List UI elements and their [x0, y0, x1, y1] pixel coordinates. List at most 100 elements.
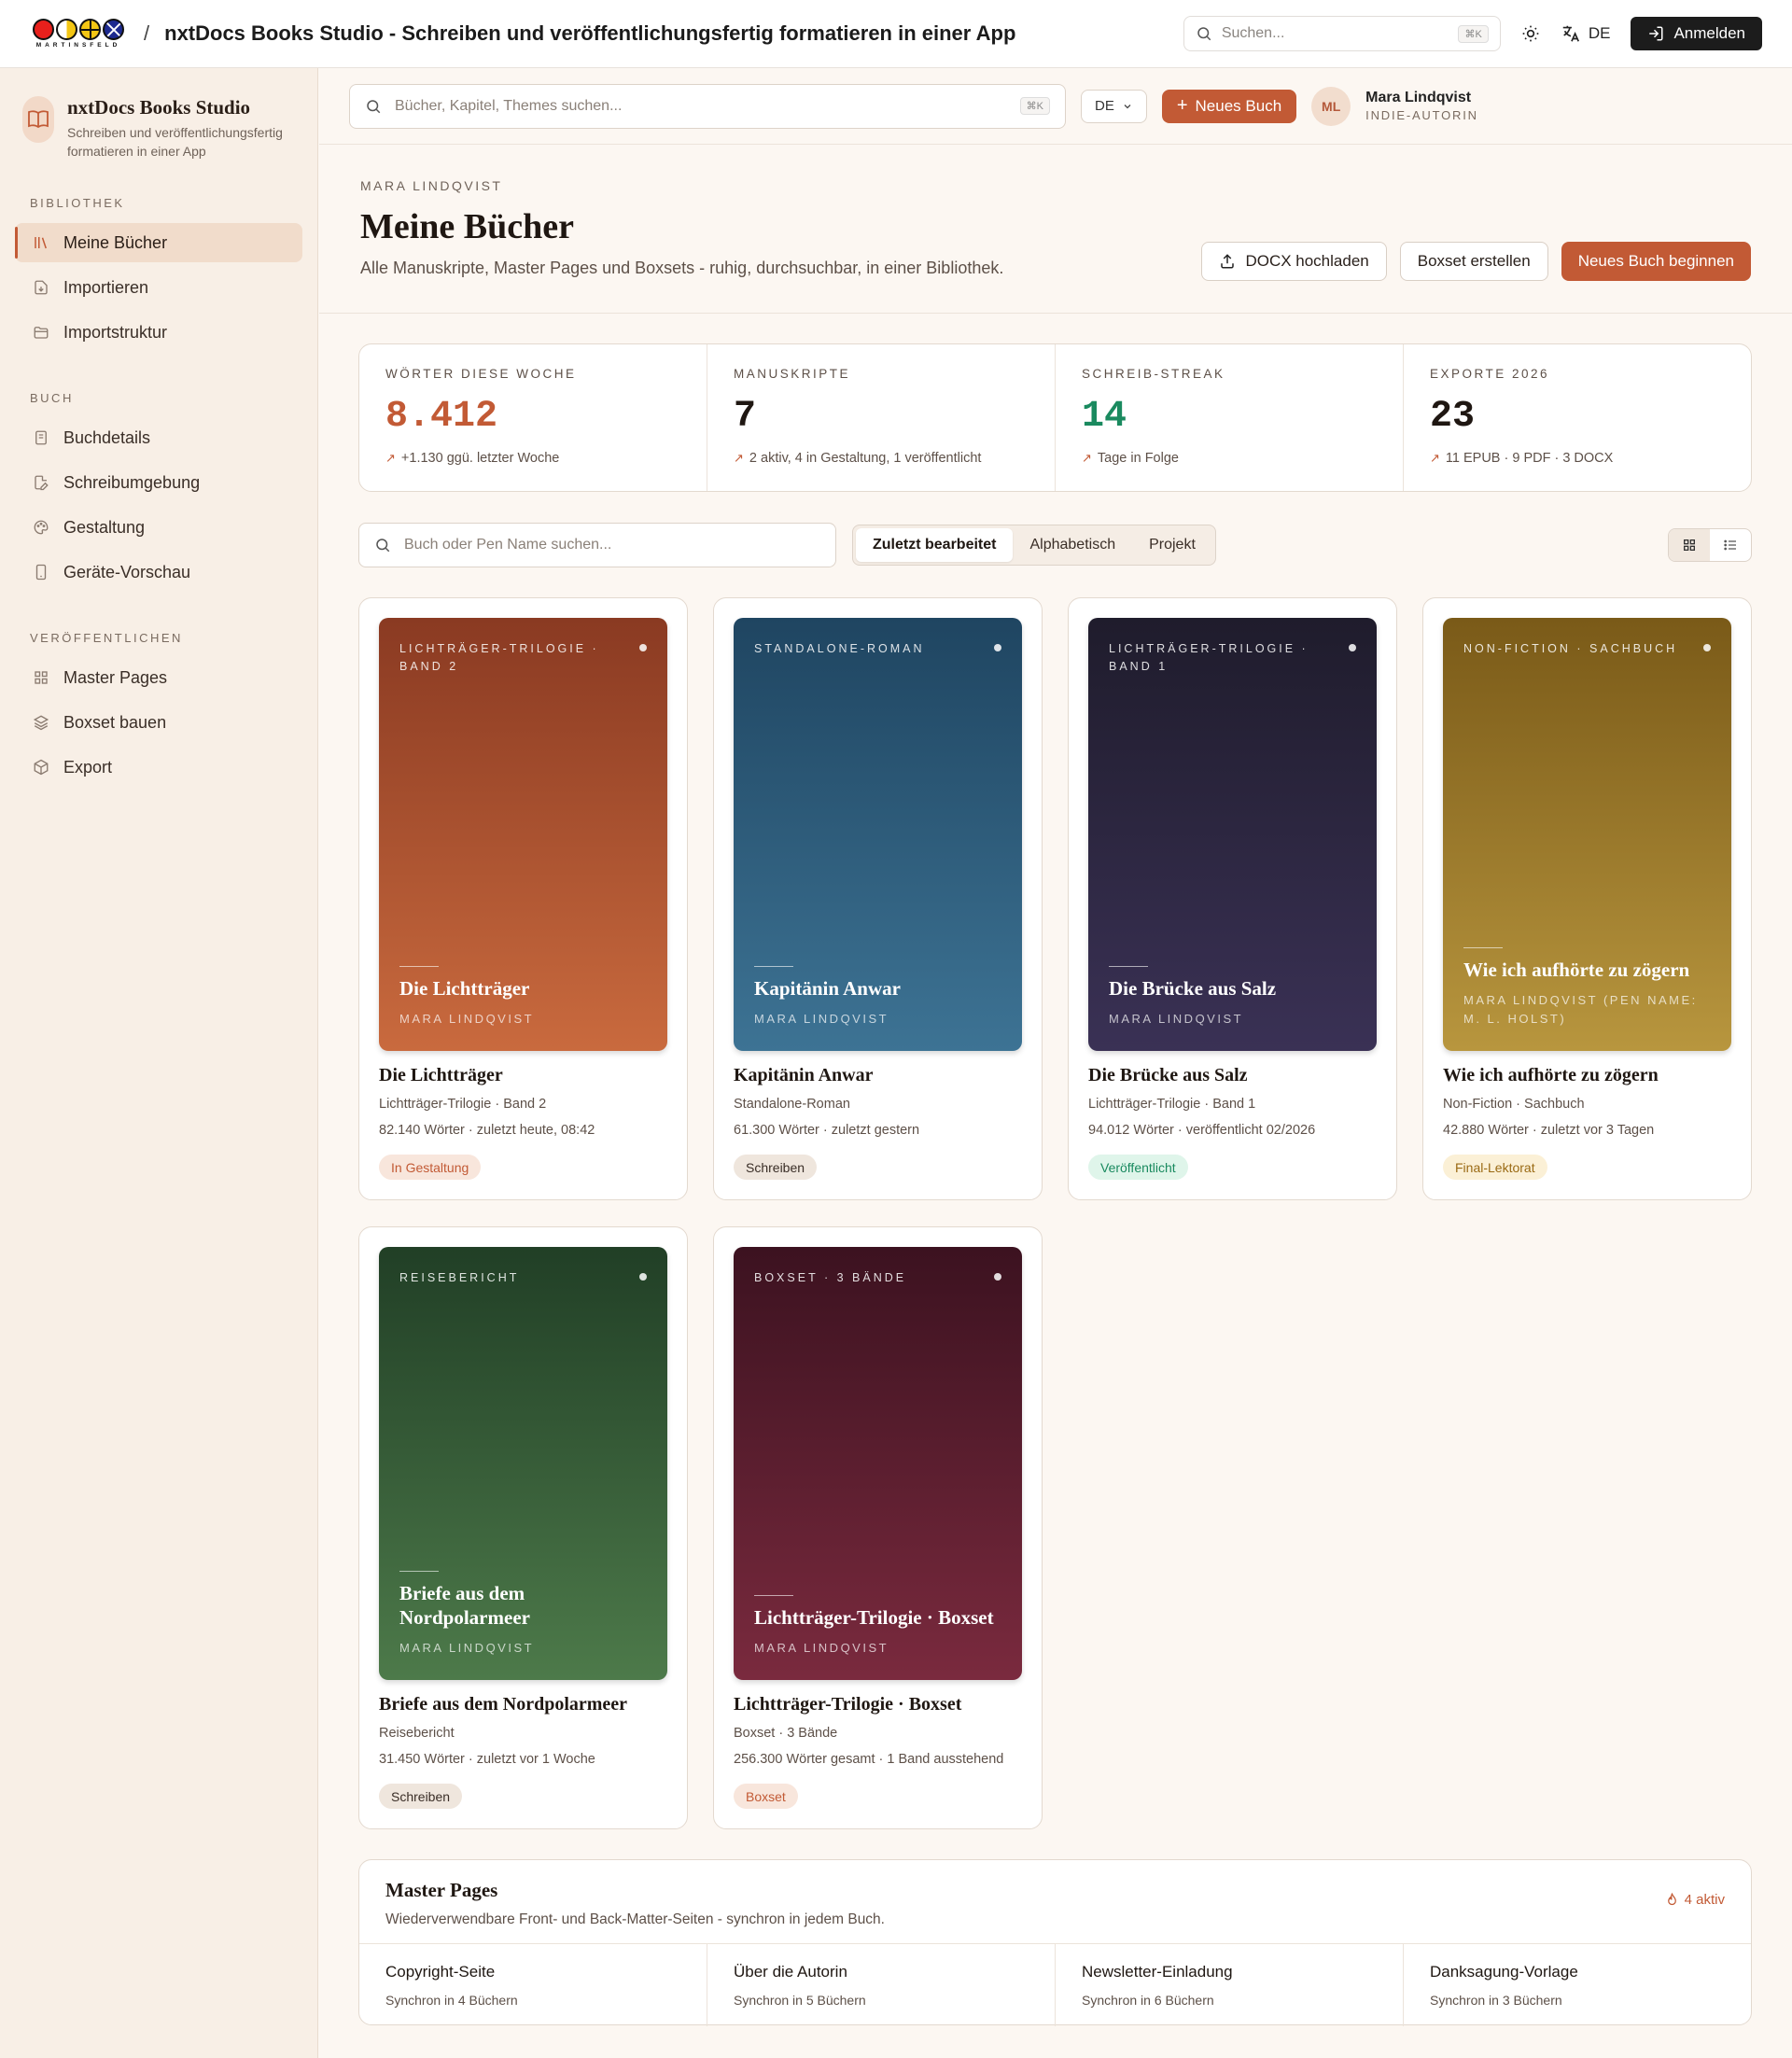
avatar[interactable]: ML [1311, 86, 1351, 126]
book-title: Die Lichtträger [379, 1065, 503, 1085]
top-actions: Suchen... ⌘K DE Anmelden [1183, 16, 1762, 51]
upload-docx-label: DOCX hochladen [1245, 252, 1369, 270]
sidebar-item-meine-buecher[interactable]: Meine Bücher [15, 223, 302, 262]
sun-icon [1522, 25, 1539, 42]
theme-toggle-button[interactable] [1521, 24, 1540, 43]
stat-exports: EXPORTE 2026 23 ↗ 11 EPUB · 9 PDF · 3 DOC… [1404, 344, 1751, 491]
sort-segmented-control: Zuletzt bearbeitet Alphabetisch Projekt [852, 525, 1216, 566]
nav-heading: BIBLIOTHEK [30, 196, 125, 210]
sidebar-item-buchdetails[interactable]: Buchdetails [15, 418, 302, 457]
trend-up-icon: ↗ [1082, 451, 1092, 465]
sort-option-recent[interactable]: Zuletzt bearbeitet [856, 528, 1014, 562]
book-card[interactable]: REISEBERICHT Briefe aus dem Nordpolarmee… [358, 1226, 688, 1829]
book-cover: BOXSET · 3 BÄNDE Lichtträger-Trilogie · … [734, 1247, 1022, 1680]
stat-note: ↗ +1.130 ggü. letzter Woche [385, 451, 680, 466]
brand-subtitle: Schreiben und veröffentlichungsfertig fo… [67, 125, 283, 159]
cover-rule [1109, 966, 1148, 967]
master-page-item[interactable]: Copyright-Seite Synchron in 4 Büchern [359, 1944, 707, 2026]
book-search-placeholder: Buch oder Pen Name suchen... [404, 537, 612, 553]
master-page-title: Über die Autorin [734, 1963, 847, 1981]
library-search-input[interactable]: Bücher, Kapitel, Themes suchen... ⌘K [349, 83, 1066, 129]
cover-bottom: Wie ich aufhörte zu zögern MARA LINDQVIS… [1463, 947, 1711, 1029]
brand-text: nxtDocs Books Studio Schreiben und veröf… [67, 96, 291, 161]
master-page-item[interactable]: Newsletter-Einladung Synchron in 6 Büche… [1056, 1944, 1404, 2026]
book-meta: 61.300 Wörter · zuletzt gestern [734, 1123, 920, 1138]
language-select[interactable]: DE [1081, 89, 1147, 123]
status-badge: Veröffentlicht [1088, 1155, 1188, 1180]
sidebar-item-master-pages[interactable]: Master Pages [15, 658, 302, 697]
create-boxset-button[interactable]: Boxset erstellen [1399, 242, 1548, 281]
sidebar-item-label: Master Pages [63, 667, 168, 687]
view-toggle [1668, 528, 1752, 562]
sidebar-item-label: Boxset bauen [63, 712, 167, 732]
list-view-button[interactable] [1710, 529, 1751, 561]
book-meta: 256.300 Wörter gesamt · 1 Band ausstehen… [734, 1752, 1004, 1767]
user-role: INDIE-AUTORIN [1365, 108, 1478, 122]
book-card[interactable]: LICHTRÄGER-TRILOGIE · BAND 2 Die Lichttr… [358, 597, 688, 1200]
master-page-title: Copyright-Seite [385, 1963, 496, 1981]
stat-label: EXPORTE 2026 [1430, 367, 1550, 381]
edit-file-icon [32, 473, 50, 492]
book-card[interactable]: STANDALONE-ROMAN Kapitänin Anwar MARA LI… [713, 597, 1043, 1200]
new-book-label: Neues Buch [1195, 96, 1282, 115]
book-cover: STANDALONE-ROMAN Kapitänin Anwar MARA LI… [734, 618, 1022, 1051]
cover-title: Briefe aus dem Nordpolarmeer [399, 1582, 530, 1629]
breadcrumb-separator: / [144, 21, 150, 45]
sidebar: nxtDocs Books Studio Schreiben und veröf… [0, 68, 318, 2058]
cover-title: Lichtträger-Trilogie · Boxset [754, 1606, 994, 1629]
cover-author: MARA LINDQVIST (PEN NAME: M. L. HOLST) [1463, 993, 1698, 1026]
book-card[interactable]: BOXSET · 3 BÄNDE Lichtträger-Trilogie · … [713, 1226, 1043, 1829]
master-page-title: Newsletter-Einladung [1082, 1963, 1233, 1981]
master-page-item[interactable]: Über die Autorin Synchron in 5 Büchern [707, 1944, 1056, 2026]
sort-option-alpha[interactable]: Alphabetisch [1013, 528, 1132, 562]
master-pages-header: Master Pages Wiederverwendbare Front- un… [359, 1860, 1751, 1944]
sidebar-item-importstruktur[interactable]: Importstruktur [15, 313, 302, 352]
stat-note-text: +1.130 ggü. letzter Woche [400, 451, 560, 466]
sidebar-item-gestaltung[interactable]: Gestaltung [15, 508, 302, 547]
stat-note-text: Tage in Folge [1097, 451, 1179, 466]
cover-series-label: LICHTRÄGER-TRILOGIE · BAND 2 [399, 642, 599, 673]
sidebar-item-importieren[interactable]: Importieren [15, 268, 302, 307]
language-label: DE [1588, 24, 1611, 42]
cover-dot-icon [994, 644, 1001, 651]
stats-panel: WÖRTER DIESE WOCHE 8.412 ↗ +1.130 ggü. le… [358, 343, 1752, 492]
book-series: Boxset · 3 Bände [734, 1726, 838, 1741]
stat-note-text: 2 aktiv, 4 in Gestaltung, 1 veröffentlic… [749, 451, 982, 466]
library-search-placeholder: Bücher, Kapitel, Themes suchen... [395, 97, 623, 114]
sort-option-project[interactable]: Projekt [1132, 528, 1212, 562]
sidebar-item-label: Schreibumgebung [63, 472, 201, 492]
sidebar-item-schreibumgebung[interactable]: Schreibumgebung [15, 463, 302, 502]
sidebar-item-boxset-bauen[interactable]: Boxset bauen [15, 703, 302, 742]
global-search-placeholder: Suchen... [1221, 25, 1285, 41]
master-page-sync: Synchron in 6 Büchern [1082, 1993, 1214, 2008]
upload-docx-button[interactable]: DOCX hochladen [1201, 242, 1387, 281]
book-search-input[interactable]: Buch oder Pen Name suchen... [358, 523, 836, 567]
list-icon [1724, 539, 1736, 551]
language-button[interactable]: DE [1561, 23, 1611, 44]
sidebar-item-geraete-vorschau[interactable]: Geräte-Vorschau [15, 553, 302, 592]
cover-bottom: Kapitänin Anwar MARA LINDQVIST [754, 966, 1001, 1029]
global-search-input[interactable]: Suchen... ⌘K [1183, 16, 1501, 51]
search-shortcut: ⌘K [1019, 97, 1050, 115]
cover-dot-icon [994, 1273, 1001, 1281]
login-button[interactable]: Anmelden [1631, 17, 1762, 50]
sidebar-item-export[interactable]: Export [15, 748, 302, 787]
start-new-book-button[interactable]: Neues Buch beginnen [1561, 242, 1751, 281]
book-cover: NON-FICTION · SACHBUCH Wie ich aufhörte … [1443, 618, 1731, 1051]
book-card[interactable]: NON-FICTION · SACHBUCH Wie ich aufhörte … [1422, 597, 1752, 1200]
stat-streak: SCHREIB-STREAK 14 ↗ Tage in Folge [1056, 344, 1404, 491]
sidebar-brand: nxtDocs Books Studio Schreiben und veröf… [0, 68, 317, 161]
stat-label: MANUSKRIPTE [734, 367, 851, 381]
master-page-item[interactable]: Danksagung-Vorlage Synchron in 3 Büchern [1404, 1944, 1751, 2026]
book-meta: 82.140 Wörter · zuletzt heute, 08:42 [379, 1123, 595, 1138]
martinsfeld-logo[interactable]: MARTINSFELD [30, 19, 127, 49]
logo-blue-dot [103, 19, 124, 40]
grid-view-button[interactable] [1669, 529, 1710, 561]
new-book-button[interactable]: + Neues Buch [1161, 89, 1297, 123]
sidebar-item-label: Export [63, 757, 113, 777]
book-card[interactable]: LICHTRÄGER-TRILOGIE · BAND 1 Die Brücke … [1068, 597, 1397, 1200]
sidebar-item-label: Geräte-Vorschau [63, 562, 191, 581]
book-title: Wie ich aufhörte zu zögern [1443, 1065, 1659, 1085]
cover-title: Kapitänin Anwar [754, 977, 901, 1000]
start-new-book-label: Neues Buch beginnen [1577, 252, 1734, 270]
